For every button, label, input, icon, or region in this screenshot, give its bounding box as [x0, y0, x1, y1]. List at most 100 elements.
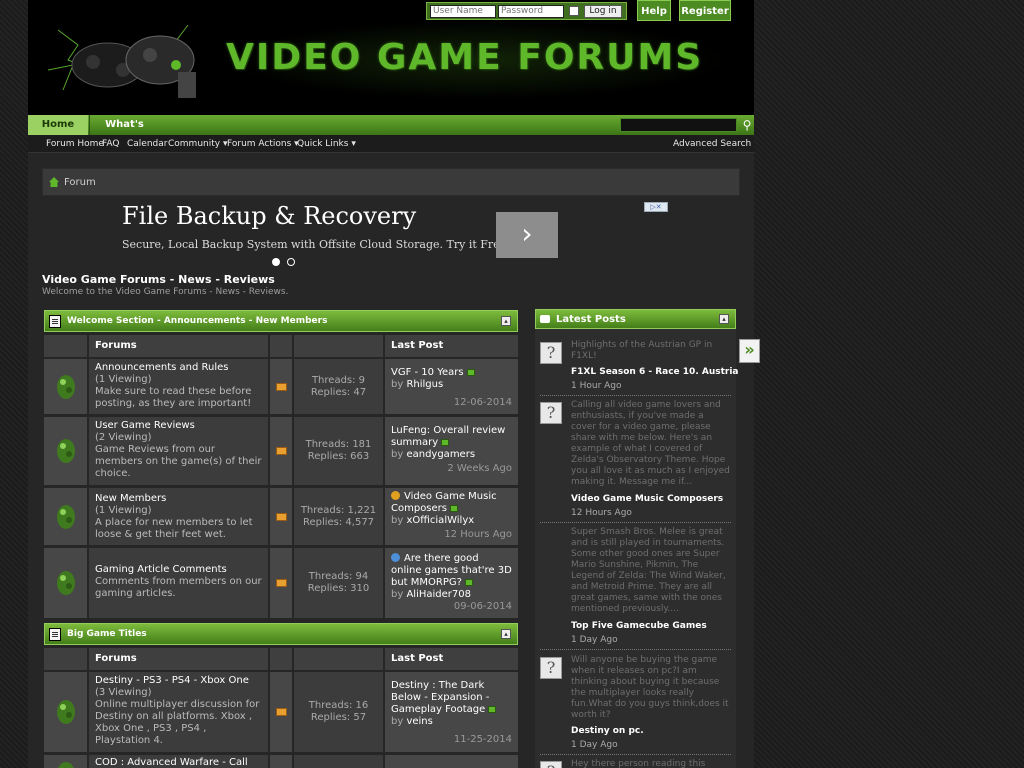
last-post-date: 12-06-2014: [453, 397, 512, 408]
ad-next-button[interactable]: ›: [496, 212, 558, 258]
search-icon[interactable]: ⚲: [740, 117, 754, 133]
post-time: 1 Hour Ago: [571, 381, 622, 391]
advanced-search-link[interactable]: Advanced Search: [673, 135, 751, 153]
site-header: VIDEO GAME FORUMS Log in Help Register: [28, 0, 754, 115]
latest-post-item[interactable]: ? Will anyone be buying the game when it…: [540, 655, 731, 755]
username-input[interactable]: [430, 4, 496, 18]
last-post-title-link[interactable]: Are there good online games that're 3D b…: [391, 553, 512, 588]
remember-me-checkbox[interactable]: [569, 6, 579, 16]
latest-posts-header[interactable]: Latest Posts ▴: [535, 309, 736, 329]
go-to-post-icon[interactable]: [464, 578, 473, 586]
login-form: Log in: [426, 2, 627, 20]
go-to-post-icon[interactable]: [450, 504, 458, 512]
category-title[interactable]: Big Game Titles: [67, 629, 147, 639]
post-time: 1 Day Ago: [571, 740, 618, 750]
last-post-title-link[interactable]: VGF - 10 Years: [391, 367, 464, 378]
collapse-icon[interactable]: ▴: [719, 314, 729, 324]
chat-bubble-icon: [540, 315, 550, 323]
nav-forum-actions[interactable]: Forum Actions ▾: [227, 135, 299, 153]
login-button[interactable]: Log in: [584, 4, 622, 18]
post-thread-link[interactable]: Destiny on pc.: [571, 726, 644, 736]
forum-title-link[interactable]: Gaming Article Comments: [95, 564, 262, 576]
last-post-user-link[interactable]: AliHaider708: [406, 589, 471, 600]
ad-banner[interactable]: File Backup & Recovery Secure, Local Bac…: [42, 198, 702, 270]
ad-choices-icon[interactable]: ▷✕: [644, 202, 668, 212]
last-post: LuFeng: Overall review summary by eandyg…: [385, 417, 518, 485]
rss-feed-icon[interactable]: [275, 447, 287, 455]
post-thread-link[interactable]: Video Game Music Composers: [571, 494, 723, 504]
rss-feed-icon[interactable]: [275, 579, 287, 587]
latest-post-item[interactable]: ? Hey there person reading this: [540, 759, 731, 768]
forum-row: Destiny - PS3 - PS4 - Xbox One (3 Viewin…: [44, 672, 518, 754]
category-header-welcome[interactable]: Welcome Section - Announcements - New Me…: [44, 310, 518, 332]
forum-controller-icon: [56, 571, 75, 595]
nav-calendar[interactable]: Calendar: [127, 135, 167, 153]
category-title[interactable]: Welcome Section - Announcements - New Me…: [67, 316, 327, 326]
password-input[interactable]: [498, 4, 564, 18]
forum-viewing-count: (1 Viewing): [95, 505, 152, 516]
forum-title-link[interactable]: Announcements and Rules: [95, 362, 262, 374]
forum-row: COD : Advanced Warfare - Call Of: [44, 755, 518, 768]
forum-controller-icon: [56, 439, 75, 463]
last-post-user-link[interactable]: veins: [406, 716, 432, 727]
go-to-post-icon[interactable]: [488, 705, 497, 713]
nav-forum-home[interactable]: Forum Home: [46, 135, 104, 153]
category-header-big-game-titles[interactable]: Big Game Titles ▴: [44, 623, 518, 645]
nav-community[interactable]: Community ▾: [168, 135, 228, 153]
column-forums: Forums: [89, 335, 268, 357]
latest-post-item[interactable]: ? Highlights of the Austrian GP in F1XL!…: [540, 340, 739, 396]
forum-controller-icon: [56, 504, 75, 529]
site-logo-text[interactable]: VIDEO GAME FORUMS: [226, 38, 701, 78]
forum-row: Gaming Article Comments Comments from me…: [44, 548, 518, 620]
ad-carousel-dot-1[interactable]: [272, 258, 280, 266]
last-post-date: 11-25-2014: [453, 734, 512, 745]
column-header-row: Forums Last Post: [44, 335, 518, 357]
go-to-post-icon[interactable]: [466, 368, 475, 376]
forum-title-link[interactable]: User Game Reviews: [95, 420, 262, 432]
last-post-user-link[interactable]: Rhilgus: [406, 379, 443, 390]
last-post-title-link[interactable]: Destiny : The Dark Below - Expansion - G…: [391, 680, 489, 715]
forum-title-link[interactable]: New Members: [95, 493, 262, 505]
last-post: Destiny : The Dark Below - Expansion - G…: [385, 672, 518, 752]
last-post-user-link[interactable]: eandygamers: [406, 449, 475, 460]
forum-description: Make sure to read these before posting, …: [95, 386, 252, 409]
register-button[interactable]: Register: [679, 0, 731, 21]
breadcrumb-forum[interactable]: Forum: [64, 177, 96, 188]
latest-posts-title[interactable]: Latest Posts: [556, 314, 626, 325]
post-excerpt: Will anyone be buying the game when it r…: [571, 655, 729, 720]
tab-home[interactable]: Home: [28, 115, 88, 135]
last-post: Are there good online games that're 3D b…: [385, 548, 518, 618]
collapse-icon[interactable]: ▴: [501, 316, 511, 326]
collapse-icon[interactable]: ▴: [501, 629, 511, 639]
tab-whats-new[interactable]: What's New?: [89, 115, 159, 150]
last-post: Video Game Music Composers by xOfficialW…: [385, 488, 518, 545]
post-thread-link[interactable]: Top Five Gamecube Games: [571, 621, 707, 631]
last-post-title-link[interactable]: Video Game Music Composers: [391, 491, 497, 514]
search-input[interactable]: [620, 118, 737, 132]
home-icon[interactable]: [49, 177, 59, 187]
sub-navbar: Forum Home FAQ Calendar Community ▾ Foru…: [28, 135, 754, 153]
controllers-logo-icon[interactable]: [38, 10, 218, 105]
sidebar-toggle-icon[interactable]: »: [739, 339, 760, 363]
post-thread-link[interactable]: F1XL Season 6 - Race 10. Austria: [571, 367, 739, 377]
latest-post-item[interactable]: ? Calling all video game lovers and enth…: [540, 400, 731, 523]
go-to-post-icon[interactable]: [441, 438, 450, 446]
category-icon: [49, 314, 61, 328]
help-button[interactable]: Help: [637, 0, 671, 21]
ad-carousel-dot-2[interactable]: [287, 258, 295, 266]
latest-post-item[interactable]: Super Smash Bros. Melee is great and is …: [540, 527, 731, 650]
forum-title-link[interactable]: COD : Advanced Warfare - Call Of: [95, 757, 262, 768]
nav-quick-links[interactable]: Quick Links ▾: [297, 135, 356, 153]
last-post-user-link[interactable]: xOfficialWilyx: [406, 515, 474, 526]
last-post-date: 09-06-2014: [453, 601, 512, 612]
breadcrumb: Forum: [42, 168, 740, 196]
main-navbar: Home What's New? ⚲: [28, 115, 754, 150]
nav-faq[interactable]: FAQ: [102, 135, 119, 153]
last-post-date: 12 Hours Ago: [444, 529, 512, 540]
rss-feed-icon[interactable]: [275, 382, 287, 391]
column-last-post: Last Post: [385, 335, 518, 357]
ad-title[interactable]: File Backup & Recovery: [122, 202, 416, 230]
rss-feed-icon[interactable]: [275, 512, 287, 521]
rss-feed-icon[interactable]: [275, 708, 287, 716]
forum-title-link[interactable]: Destiny - PS3 - PS4 - Xbox One: [95, 675, 262, 687]
